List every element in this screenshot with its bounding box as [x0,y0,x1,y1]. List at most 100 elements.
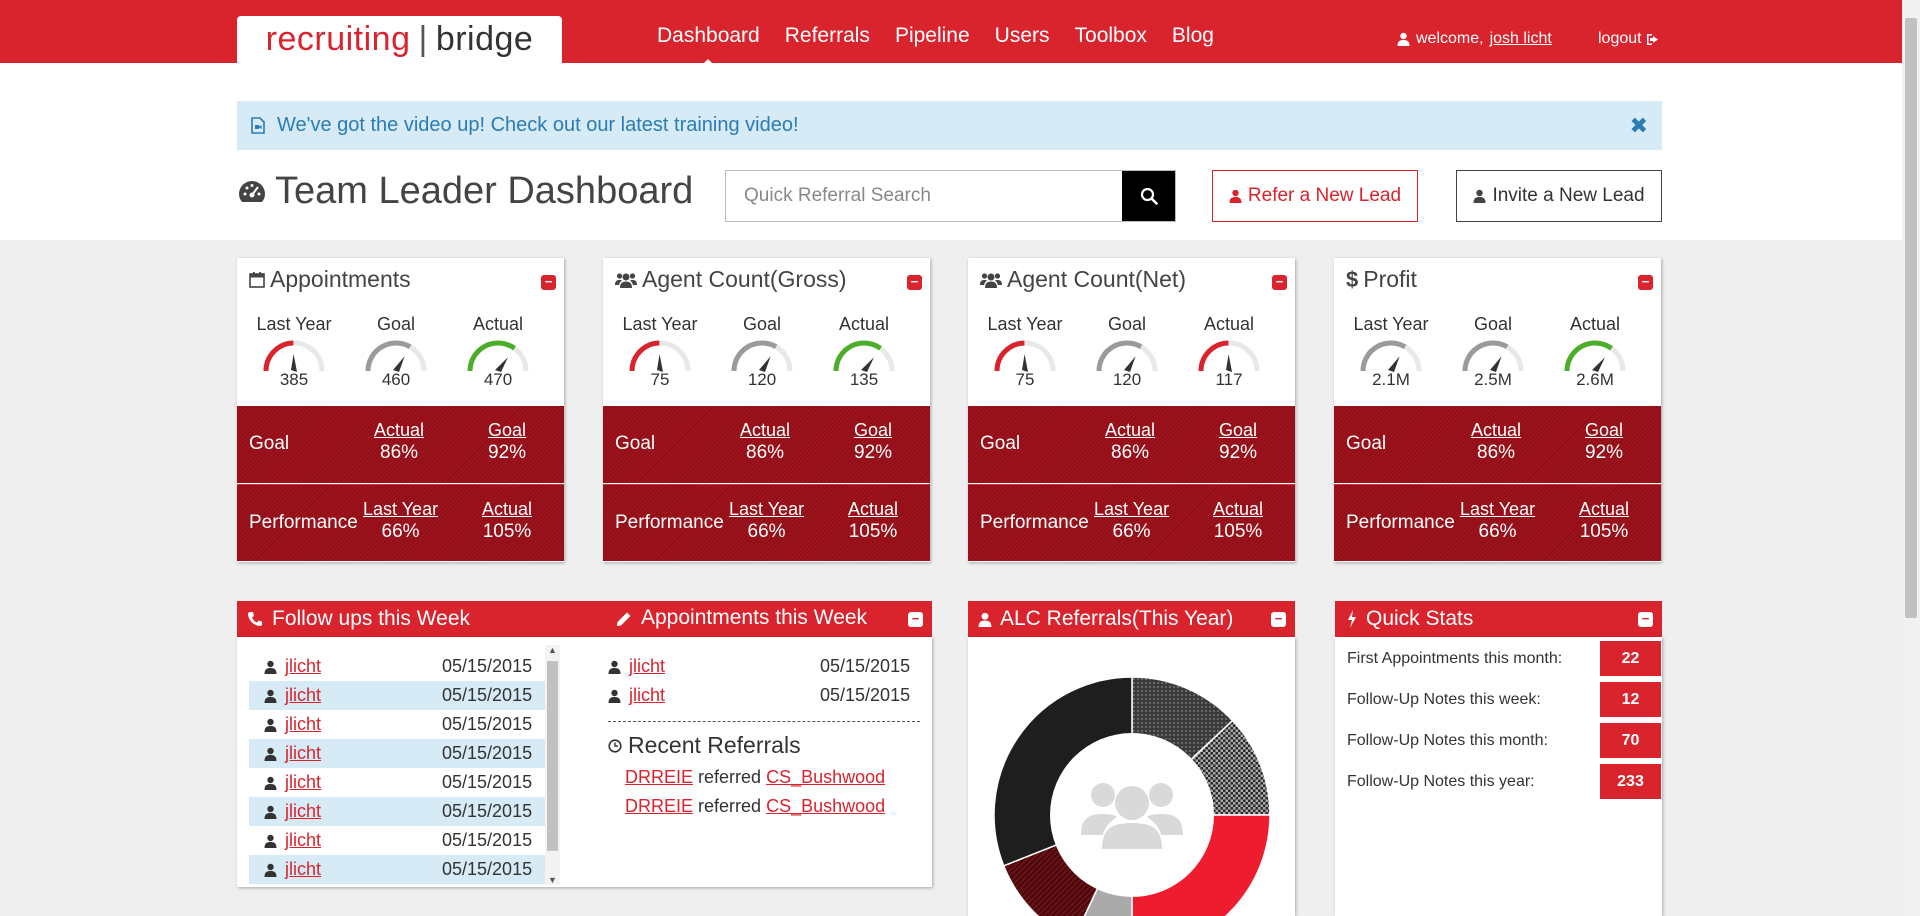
quick-stat-value: 70 [1600,723,1661,758]
nav-users[interactable]: Users [995,24,1050,52]
user-icon [264,718,277,732]
gauge-value: 470 [483,370,513,389]
band-col-value: 105% [1213,521,1263,542]
followup-user-link[interactable]: jlicht [285,656,442,677]
bolt-icon [1348,610,1356,628]
referrer-link[interactable]: DRREIE [625,796,693,817]
nav-toolbox[interactable]: Toolbox [1075,24,1147,52]
band-col-2: Goal 92% [1219,420,1257,464]
followups-title: Follow ups this Week [272,607,471,630]
followup-user-link[interactable]: jlicht [285,743,442,764]
band-col-value: 66% [381,521,420,542]
card-collapse-button[interactable]: − [1272,275,1287,290]
brand-logo-part2: bridge [435,20,534,58]
band-label: Goal [980,433,1021,454]
followups-appointments-panel: jlicht 05/15/2015 jlicht 05/15/2015 jlicht 05… [237,637,932,887]
quick-stats-collapse-button[interactable]: − [1638,612,1653,627]
refer-new-lead-button[interactable]: Refer a New Lead [1212,170,1418,222]
band-col-value: 86% [746,442,785,463]
scroll-thumb[interactable] [547,661,558,851]
followup-user-link[interactable]: jlicht [285,714,442,735]
search-input[interactable] [726,171,1122,221]
nav-dashboard[interactable]: Dashboard [657,24,760,65]
gauge-value: 2.5M [1474,370,1512,389]
referred-link[interactable]: CS_Bushwood [766,767,885,788]
gauge-0: Last Year 2.1M [1346,314,1436,390]
scroll-up-arrow[interactable]: ▲ [548,645,557,655]
appointments-week-area: jlicht 05/15/2015 jlicht 05/15/2015 Recent … [608,652,920,821]
nav-blog[interactable]: Blog [1172,24,1214,52]
band-label: Goal [615,433,656,454]
band-col-heading: Actual [1471,420,1522,440]
gauge-label: Last Year [622,314,698,334]
brand-logo-separator: | [418,20,428,58]
search-button[interactable] [1122,171,1175,221]
refer-new-lead-label: Refer a New Lead [1247,185,1402,206]
quick-stat-label: Follow-Up Notes this year: [1335,764,1600,799]
nav-pipeline[interactable]: Pipeline [895,24,970,52]
band-col-value: 66% [747,521,786,542]
gauge-label: Actual [1203,314,1255,334]
band-col-value: 66% [1112,521,1151,542]
user-icon [1473,189,1486,203]
recent-referrals-title: Recent Referrals [628,732,801,758]
alc-collapse-button[interactable]: − [1271,612,1286,627]
gauge-dial [833,340,895,372]
quick-stat-row: Follow-Up Notes this month: 70 [1335,723,1661,761]
perf_row-band: Performance Last Year 66% Actual 105% [237,484,564,561]
card-collapse-button[interactable]: − [907,275,922,290]
band-col-2: Goal 92% [1585,420,1623,464]
user-icon [264,660,277,674]
card-collapse-button[interactable]: − [541,275,556,290]
card-title-text: Agent Count(Net) [1007,266,1186,292]
referral-verb: referred [698,767,762,787]
quick-stat-value: 12 [1600,682,1661,717]
card-collapse-button[interactable]: − [1638,275,1653,290]
invite-new-lead-button[interactable]: Invite a New Lead [1456,170,1662,222]
appointment-date: 05/15/2015 [820,656,911,676]
band-col-heading: Actual [740,420,791,440]
scroll-down-arrow[interactable]: ▼ [548,875,557,885]
user-icon [608,689,621,703]
nav-referrals[interactable]: Referrals [785,24,870,52]
user-name-link[interactable]: josh licht [1490,30,1552,48]
gauge-dial [1360,340,1422,372]
brand-logo-part1: recruiting [265,20,411,58]
followups-scrollbar[interactable]: ▲ ▼ [545,645,560,885]
followup-user-link[interactable]: jlicht [285,772,442,793]
band-col-heading: Goal [1219,420,1258,440]
gauge-value: 120 [1112,370,1142,389]
quick-referral-search [725,170,1176,222]
appointment-user-link[interactable]: jlicht [629,656,820,677]
band-col-heading: Goal [488,420,527,440]
welcome-text: welcome, [1416,30,1484,47]
logout-button[interactable]: logout [1598,30,1660,48]
gauge-dial [994,340,1056,372]
band-label: Performance [615,512,724,533]
followup-row: jlicht 05/15/2015 [249,768,545,797]
referred-link[interactable]: CS_Bushwood [766,796,885,817]
referral-row: DRREIE referred CS_Bushwood [625,792,920,821]
followup-user-link[interactable]: jlicht [285,685,442,706]
page-scroll-thumb[interactable] [1905,18,1917,618]
followup-user-link[interactable]: jlicht [285,830,442,851]
page-scrollbar[interactable] [1902,0,1920,916]
followup-row: jlicht 05/15/2015 [249,652,545,681]
band-col-1: Last Year 66% [363,499,438,543]
alc-referrals-donut-chart [993,676,1271,916]
appointments-week-title: Appointments this Week [641,606,868,629]
gauge-value: 75 [650,370,670,389]
brand-logo[interactable]: recruiting | bridge [237,16,562,63]
quick-stat-label: First Appointments this month: [1335,641,1600,676]
followup-row: jlicht 05/15/2015 [249,855,545,884]
band-col-value: 105% [848,521,898,542]
appointment-user-link[interactable]: jlicht [629,685,820,706]
collapse-button[interactable]: − [908,612,923,627]
referrer-link[interactable]: DRREIE [625,767,693,788]
followup-user-link[interactable]: jlicht [285,859,442,880]
band-label: Performance [249,512,358,533]
alert-close-button[interactable]: ✖ [1630,113,1648,139]
followup-user-link[interactable]: jlicht [285,801,442,822]
followup-date: 05/15/2015 [442,714,533,734]
goal_row-band: Goal Actual 86% Goal 92% [968,406,1295,483]
